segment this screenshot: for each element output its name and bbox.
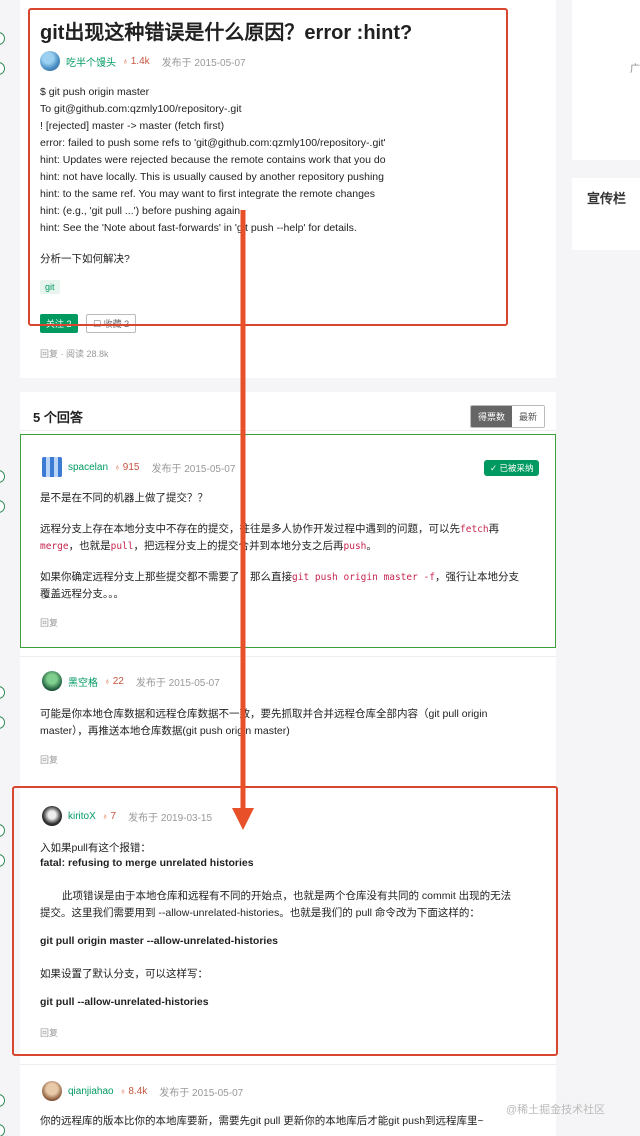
watermark: @稀土掘金技术社区	[506, 1104, 606, 1116]
annotation-arrow	[232, 210, 254, 830]
arrow-head	[232, 808, 254, 830]
